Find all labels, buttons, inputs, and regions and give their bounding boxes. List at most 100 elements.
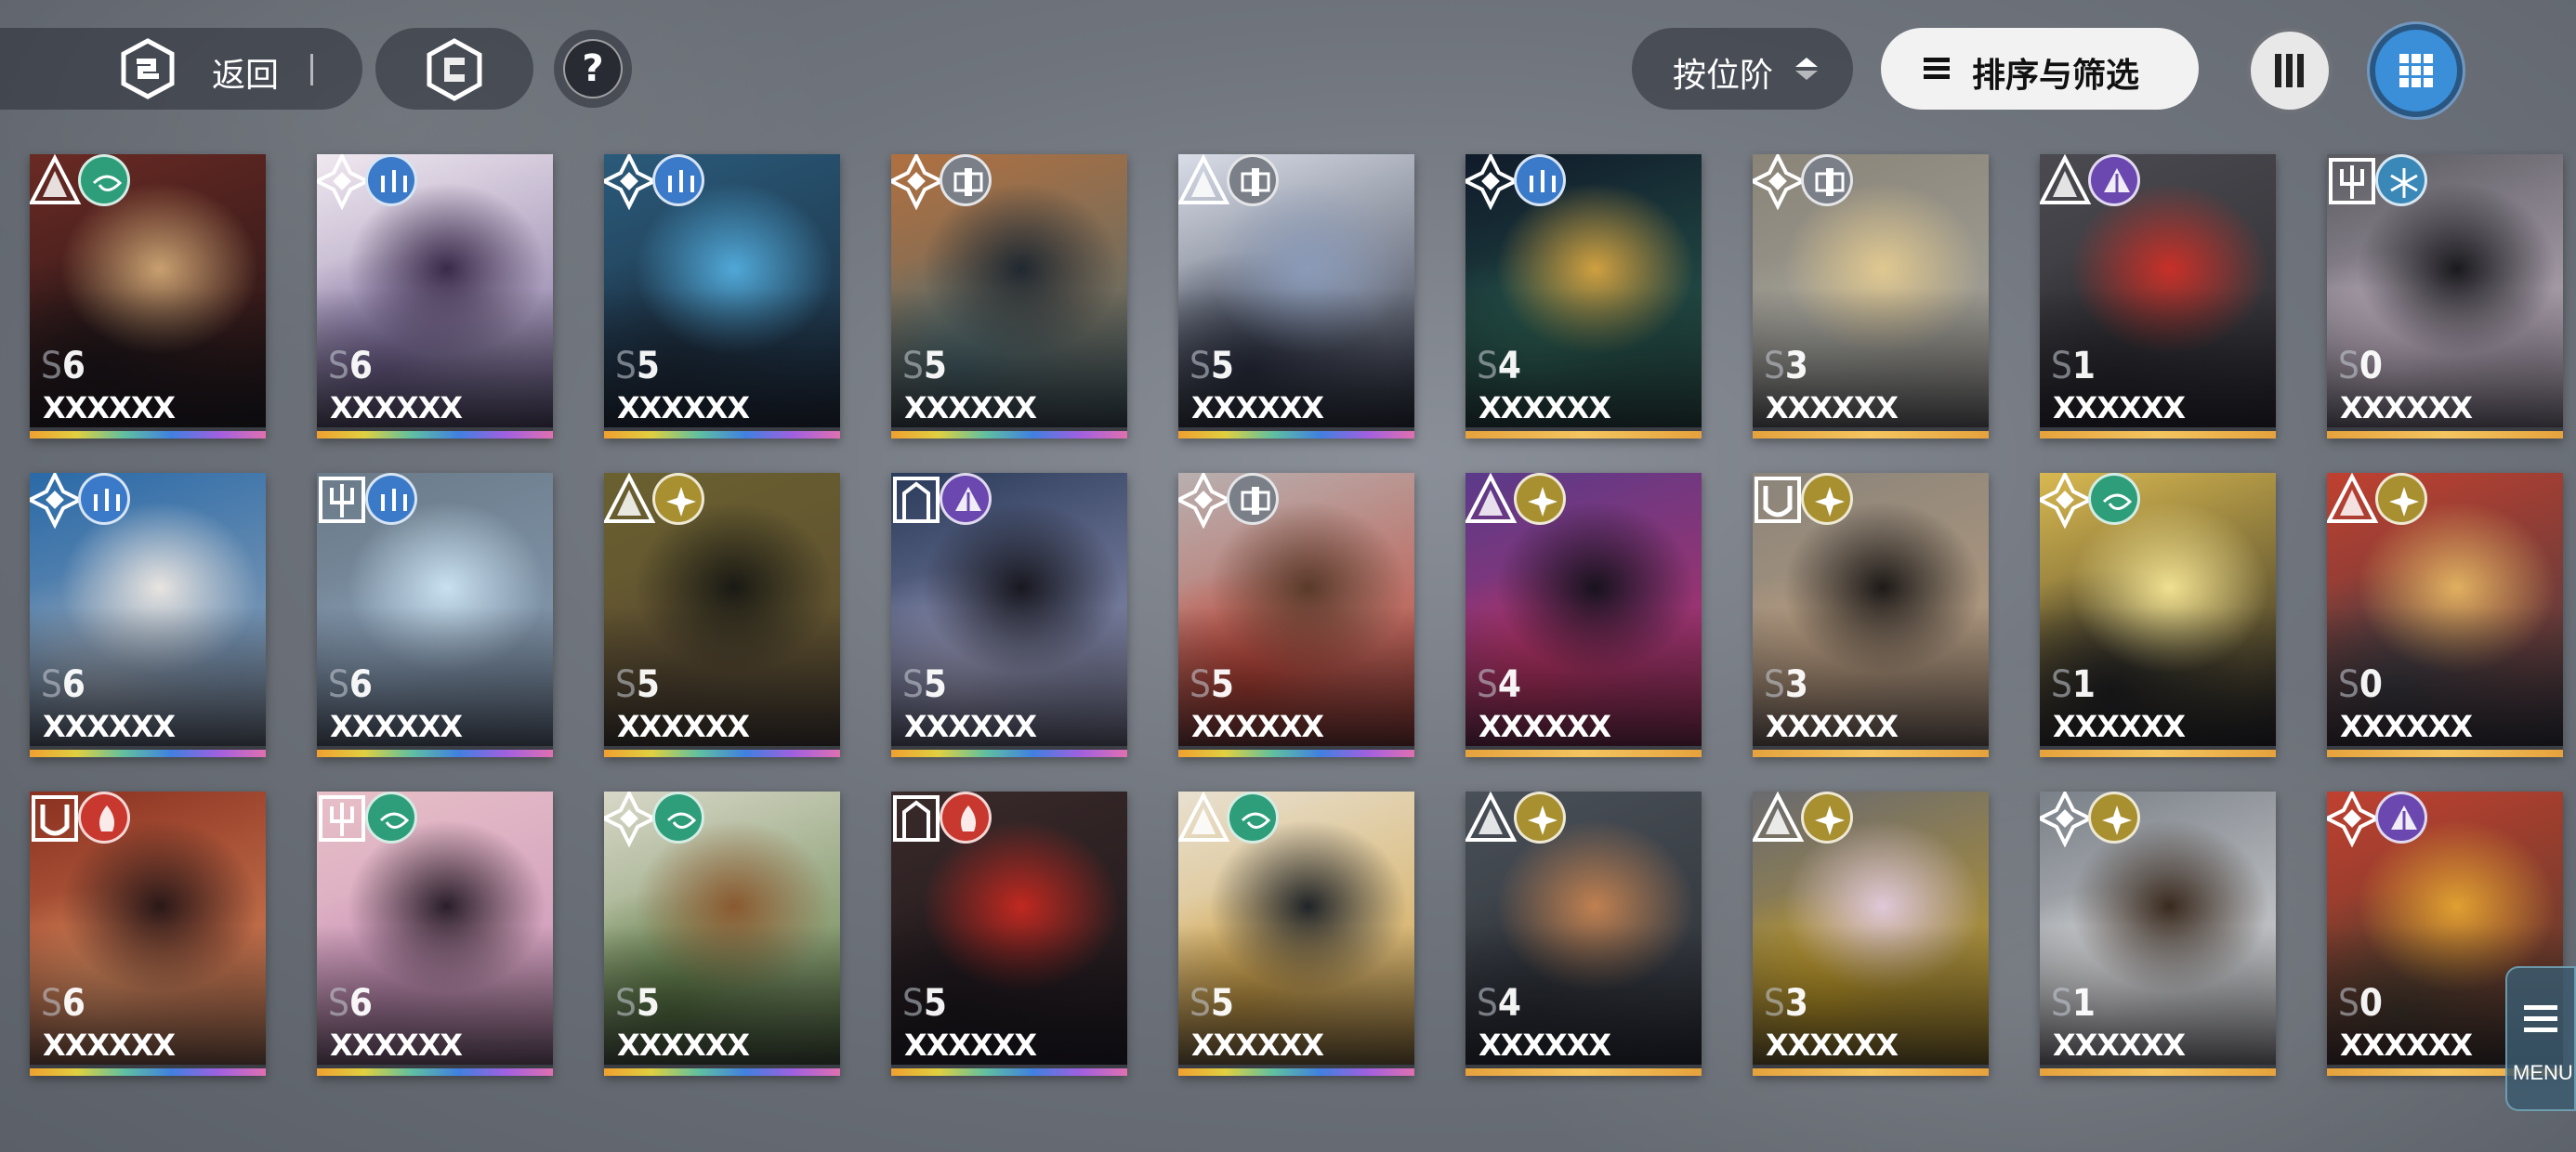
rarity-stripe [317,1068,553,1076]
star-class-icon [2327,792,2381,847]
character-card[interactable]: S4 XXXXXX [1465,473,1702,757]
character-name: XXXXXX [2053,1028,2186,1063]
sort-by-rank-button[interactable]: 按位阶 [1632,28,1853,110]
rarity-stripe [891,750,1127,757]
character-card[interactable]: S3 XXXXXX [1753,473,1989,757]
water-element-icon [1514,154,1566,206]
spire-class-icon [1753,792,1805,842]
question-icon: ? [563,39,623,98]
back-label: 返回 [212,57,280,95]
rank-label: S4 [1477,346,1521,386]
rank-value: 0 [2359,345,2383,387]
rank-prefix: S [2338,345,2359,387]
rarity-stripe [1753,431,1989,439]
character-card[interactable]: S5 XXXXXX [604,792,840,1076]
view-columns-button[interactable] [2247,28,2333,113]
rank-prefix: S [902,663,924,706]
sort-arrows-icon [1795,58,1818,80]
arcane-element-icon [940,473,992,525]
character-card[interactable]: S5 XXXXXX [1178,792,1414,1076]
rarity-stripe [1465,750,1702,757]
star-class-icon [604,154,658,210]
character-card[interactable]: S5 XXXXXX [891,154,1127,439]
rank-label: S5 [615,983,660,1024]
rank-prefix: S [1189,663,1211,706]
character-name: XXXXXX [904,1028,1037,1063]
mech-element-icon [1801,154,1853,206]
spire-class-icon [2040,154,2092,204]
help-button[interactable]: ? [554,30,632,108]
character-name: XXXXXX [330,1028,463,1063]
rank-value: 5 [636,345,660,387]
rarity-stripe [1178,431,1414,439]
character-name: XXXXXX [2053,390,2186,425]
character-card[interactable]: S1 XXXXXX [2040,473,2276,757]
rank-prefix: S [1477,345,1498,387]
light-element-icon [1801,473,1853,525]
rank-prefix: S [2338,982,2359,1025]
mech-element-icon [1227,473,1279,525]
character-card[interactable]: S5 XXXXXX [1178,473,1414,757]
character-name: XXXXXX [1479,709,1611,744]
character-card[interactable]: S5 XXXXXX [1178,154,1414,439]
water-element-icon [78,473,130,525]
grid-icon [2399,54,2433,87]
shield-class-icon [1755,477,1801,523]
sort-filter-button[interactable]: 排序与筛选 [1881,28,2199,110]
character-card[interactable]: S3 XXXXXX [1753,792,1989,1076]
rank-value: 6 [348,982,373,1025]
rank-label: S0 [2338,664,2383,705]
character-card[interactable]: S1 XXXXXX [2040,154,2276,439]
character-card[interactable]: S6 XXXXXX [30,792,266,1076]
rank-label: S3 [1764,983,1808,1024]
view-grid-button[interactable] [2370,24,2463,117]
star-class-icon [317,154,371,210]
star-class-icon [1465,154,1519,210]
rank-prefix: S [328,663,349,706]
character-card[interactable]: S5 XXXXXX [604,154,840,439]
character-card[interactable]: S6 XXXXXX [317,154,553,439]
rank-prefix: S [2338,663,2359,706]
spire-class-icon [1178,792,1230,842]
rarity-stripe [30,431,266,439]
menu-button[interactable]: MENU [2505,966,2576,1111]
rank-value: 5 [1210,982,1234,1025]
spire-class-icon [604,473,656,523]
character-name: XXXXXX [43,709,176,744]
character-card[interactable]: S4 XXXXXX [1465,792,1702,1076]
character-card[interactable]: S0 XXXXXX [2327,473,2563,757]
character-name: XXXXXX [2340,1028,2473,1063]
character-card[interactable]: S3 XXXXXX [1753,154,1989,439]
rank-value: 6 [348,663,373,706]
character-name: XXXXXX [617,1028,750,1063]
rank-prefix: S [902,982,924,1025]
rank-label: S5 [615,664,660,705]
character-card[interactable]: S0 XXXXXX [2327,154,2563,439]
character-card[interactable]: S1 XXXXXX [2040,792,2276,1076]
character-card[interactable]: S6 XXXXXX [30,154,266,439]
water-element-icon [365,473,417,525]
rarity-stripe [1178,750,1414,757]
character-card[interactable]: S6 XXXXXX [317,473,553,757]
character-card[interactable]: S6 XXXXXX [317,792,553,1076]
spire-class-icon [1465,792,1518,842]
character-card[interactable]: S4 XXXXXX [1465,154,1702,439]
back-button[interactable]: 返回 [0,28,362,110]
character-card[interactable]: S6 XXXXXX [30,473,266,757]
rarity-stripe [30,750,266,757]
home-button[interactable] [375,28,533,110]
character-name: XXXXXX [1766,390,1899,425]
character-card[interactable]: S5 XXXXXX [891,792,1127,1076]
rarity-stripe [2040,1068,2276,1076]
wind-element-icon [78,154,130,206]
light-element-icon [1514,473,1566,525]
character-card[interactable]: S5 XXXXXX [604,473,840,757]
shield-class-icon [32,795,78,842]
rank-label: S6 [41,664,85,705]
star-class-icon [891,154,945,210]
rank-value: 4 [1497,345,1521,387]
rarity-stripe [2040,750,2276,757]
rarity-stripe [1753,750,1989,757]
character-card[interactable]: S5 XXXXXX [891,473,1127,757]
rank-prefix: S [2051,663,2072,706]
